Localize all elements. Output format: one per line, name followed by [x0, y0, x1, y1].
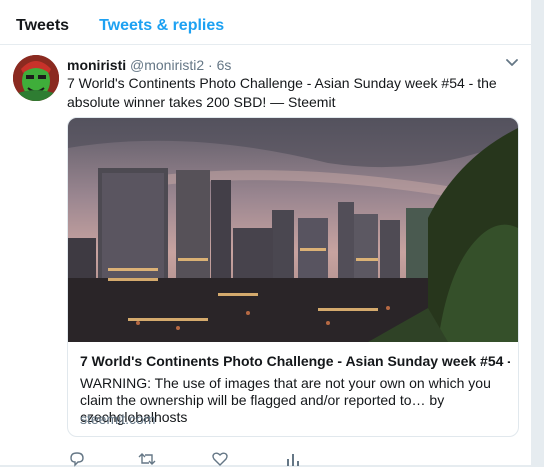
- card-image: [68, 118, 518, 342]
- chevron-down-icon[interactable]: [505, 58, 519, 68]
- tab-tweets-and-replies[interactable]: Tweets & replies: [99, 16, 224, 44]
- user-name[interactable]: moniristi: [67, 57, 126, 73]
- profile-timeline: Tweets Tweets & replies moniristi @monir…: [0, 0, 532, 467]
- tweet-text: 7 World's Continents Photo Challenge - A…: [67, 75, 497, 110]
- link-card[interactable]: 7 World's Continents Photo Challenge - A…: [67, 117, 519, 437]
- separator-dot: ·: [208, 57, 213, 73]
- tweet-timestamp[interactable]: 6s: [217, 57, 232, 73]
- card-title[interactable]: 7 World's Continents Photo Challenge - A…: [80, 352, 510, 370]
- tab-tweets[interactable]: Tweets: [16, 16, 69, 44]
- card-domain[interactable]: steemit.com: [80, 410, 155, 428]
- user-handle[interactable]: @moniristi2: [130, 57, 204, 73]
- avatar[interactable]: [13, 55, 59, 101]
- tweet[interactable]: moniristi @moniristi2 · 6s 7 World's Con…: [0, 45, 531, 467]
- timeline-tabs: Tweets Tweets & replies: [0, 0, 531, 45]
- tweet-header: moniristi @moniristi2 · 6s: [67, 56, 231, 74]
